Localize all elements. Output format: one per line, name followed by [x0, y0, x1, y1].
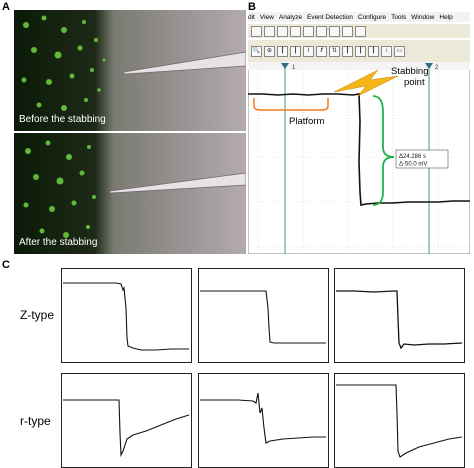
cursor2-icon[interactable]: ┃ [290, 45, 301, 57]
cursor4-icon[interactable]: ┃ [355, 45, 366, 57]
table-icon[interactable] [316, 25, 327, 37]
menu-item-help[interactable]: Help [439, 14, 452, 21]
cursor-icon[interactable]: ┃ [277, 45, 288, 57]
menu-item-view[interactable]: View [260, 14, 274, 21]
r-trace-3 [334, 373, 465, 468]
toolbar-row-2: 🔍 ⊕ ┃ ┃ ⌇ f ⇅ ┃ ┃ ┃ ↕ ▭ [248, 40, 470, 62]
r-type-label: r-type [20, 414, 51, 428]
menu-bar: dit View Analyze Event Detection Configu… [248, 12, 470, 22]
copy-icon[interactable] [277, 25, 288, 37]
zoom-window-icon[interactable] [329, 25, 340, 37]
z-trace-1 [61, 268, 192, 363]
fit-icon[interactable]: ⌇ [303, 45, 314, 57]
scroll-icon[interactable]: ↕ [381, 45, 392, 57]
toolbar-row-1 [248, 24, 470, 38]
r-trace-2 [198, 373, 329, 468]
delta-voltage: Δ-50.0 mV [399, 162, 427, 168]
menu-item-event-detection[interactable]: Event Detection [307, 14, 353, 21]
cursor5-icon[interactable]: ┃ [368, 45, 379, 57]
menu-item-edit[interactable]: dit [248, 14, 255, 21]
menu-item-tools[interactable]: Tools [391, 14, 406, 21]
recording-window: 1 2 Δ24.286 s Δ-50.0 mV [248, 62, 470, 254]
z-trace-3 [334, 268, 465, 363]
r-trace-1 [61, 373, 192, 468]
micrograph-before: Before the stabbing [14, 10, 246, 131]
menu-item-analyze[interactable]: Analyze [279, 14, 302, 21]
delta-time: Δ24.286 s [399, 154, 426, 160]
cursor3-icon[interactable]: ┃ [342, 45, 353, 57]
caption-after: After the stabbing [19, 237, 98, 248]
micrograph-before-image [14, 10, 246, 131]
tile-h-icon[interactable] [355, 25, 366, 37]
menu-item-configure[interactable]: Configure [358, 14, 386, 21]
sort-icon[interactable]: ⇅ [329, 45, 340, 57]
tile-icon[interactable] [342, 25, 353, 37]
stabbing-label-line2: point [404, 77, 425, 88]
z-trace-2 [198, 268, 329, 363]
measure-icon[interactable]: ⊕ [264, 45, 275, 57]
z-type-label: Z-type [20, 308, 55, 322]
split-icon[interactable]: ▭ [394, 45, 405, 57]
print-icon[interactable] [303, 25, 314, 37]
open-icon[interactable] [251, 25, 262, 37]
platform-label: Platform [289, 116, 325, 127]
zoom-icon[interactable]: 🔍 [251, 45, 262, 57]
caption-before: Before the stabbing [19, 114, 106, 125]
micrograph-after-image [14, 133, 246, 254]
micrograph-after: After the stabbing [14, 133, 246, 254]
panel-letter-c: C [2, 259, 10, 271]
fx-icon[interactable]: f [316, 45, 327, 57]
save-icon[interactable] [264, 25, 275, 37]
stabbing-label-line1: Stabbing [391, 66, 429, 77]
panel-letter-a: A [2, 1, 10, 13]
menu-item-window[interactable]: Window [411, 14, 434, 21]
paste-icon[interactable] [290, 25, 301, 37]
